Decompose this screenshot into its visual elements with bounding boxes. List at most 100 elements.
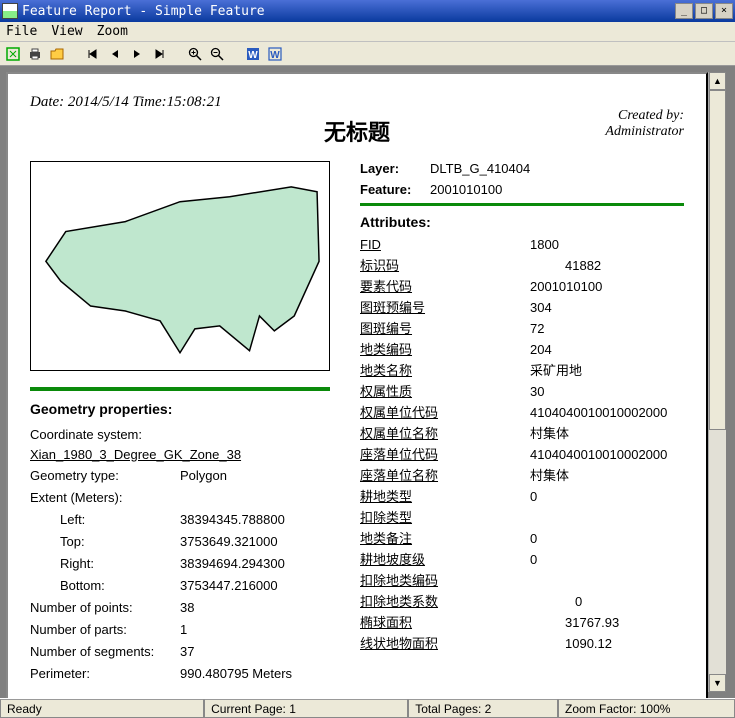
attributes-list: FID1800标识码41882要素代码2001010100图斑预编号304图斑编…: [360, 234, 684, 654]
attr-value: 0: [530, 591, 684, 612]
export-word-icon[interactable]: W: [244, 45, 262, 63]
attr-key: 地类编码: [360, 339, 530, 360]
attr-key: 座落单位名称: [360, 465, 530, 486]
attr-key: 椭球面积: [360, 612, 530, 633]
status-ready: Ready: [0, 699, 204, 718]
extent-label: Extent (Meters):: [30, 487, 180, 509]
export-word2-icon[interactable]: W: [266, 45, 284, 63]
feature-map: [30, 161, 330, 371]
attr-value: 1800: [530, 234, 684, 255]
attr-row: 地类备注0: [360, 528, 684, 549]
attr-value: 村集体: [530, 465, 684, 486]
attr-row: 扣除地类系数0: [360, 591, 684, 612]
vertical-scrollbar[interactable]: ▲ ▼: [708, 72, 726, 692]
created-by-value: Administrator: [605, 124, 684, 139]
attr-value: 2001010100: [530, 276, 684, 297]
menu-file[interactable]: File: [6, 24, 37, 39]
window-title: Feature Report - Simple Feature: [22, 4, 675, 19]
attr-value: 31767.93: [530, 612, 684, 633]
attr-key: 扣除地类系数: [360, 591, 530, 612]
attr-key: 地类备注: [360, 528, 530, 549]
attr-row: 耕地类型0: [360, 486, 684, 507]
menu-view[interactable]: View: [51, 24, 82, 39]
attr-key: 图斑编号: [360, 318, 530, 339]
last-page-icon[interactable]: [150, 45, 168, 63]
next-page-icon[interactable]: [128, 45, 146, 63]
attr-value: 41882: [530, 255, 684, 276]
bottom-value: 3753447.216000: [180, 575, 330, 597]
scroll-thumb[interactable]: [709, 90, 726, 430]
attr-key: 扣除类型: [360, 507, 530, 528]
zoom-in-icon[interactable]: [186, 45, 204, 63]
page-wrap: Date: 2014/5/14 Time:15:08:21 Created by…: [0, 66, 735, 698]
right-column: Layer:DLTB_G_410404 Feature:2001010100 A…: [360, 161, 684, 685]
attr-value: 410404001001000200​0: [530, 444, 684, 465]
svg-text:W: W: [248, 50, 258, 61]
attr-row: 椭球面积31767.93: [360, 612, 684, 633]
attr-key: FID: [360, 234, 530, 255]
attr-key: 权属单位名称: [360, 423, 530, 444]
menu-bar: File View Zoom: [0, 22, 735, 42]
left-column: Geometry properties: Coordinate system: …: [30, 161, 330, 685]
attr-value: 0: [530, 486, 684, 507]
minimize-button[interactable]: _: [675, 3, 693, 19]
created-by-label: Created by:: [618, 108, 684, 123]
maximize-button[interactable]: □: [695, 3, 713, 19]
attr-row: 座落单位代码410404001001000200​0: [360, 444, 684, 465]
divider: [30, 387, 330, 391]
attr-key: 地类名称: [360, 360, 530, 381]
attr-row: 座落单位名称村集体: [360, 465, 684, 486]
title-bar: Feature Report - Simple Feature _ □ ×: [0, 0, 735, 22]
attr-value: 0: [530, 528, 684, 549]
attr-value: 304: [530, 297, 684, 318]
attr-row: 地类名称采矿用地: [360, 360, 684, 381]
left-value: 38394345.788800: [180, 509, 330, 531]
open-icon[interactable]: [48, 45, 66, 63]
attr-value: 72: [530, 318, 684, 339]
attr-value: 204: [530, 339, 684, 360]
attr-key: 线状地物面积: [360, 633, 530, 654]
attr-value: 0: [530, 549, 684, 570]
scroll-track[interactable]: [709, 90, 726, 674]
scroll-down-icon[interactable]: ▼: [709, 674, 726, 692]
scroll-up-icon[interactable]: ▲: [709, 72, 726, 90]
prev-page-icon[interactable]: [106, 45, 124, 63]
print-icon[interactable]: [26, 45, 44, 63]
zoom-out-icon[interactable]: [208, 45, 226, 63]
menu-zoom[interactable]: Zoom: [97, 24, 128, 39]
first-page-icon[interactable]: [84, 45, 102, 63]
attr-row: FID1800: [360, 234, 684, 255]
right-value: 38394694.294300: [180, 553, 330, 575]
status-current-page: Current Page: 1: [204, 699, 408, 718]
geometry-title: Geometry properties:: [30, 401, 330, 417]
attr-key: 座落单位代码: [360, 444, 530, 465]
attr-key: 耕地坡度级: [360, 549, 530, 570]
attr-key: 权属性质: [360, 381, 530, 402]
attr-key: 要素代码: [360, 276, 530, 297]
feature-value: 2001010100: [430, 182, 502, 197]
attr-row: 扣除类型: [360, 507, 684, 528]
refresh-icon[interactable]: [4, 45, 22, 63]
attr-key: 耕地类型: [360, 486, 530, 507]
attr-value: 410404001001000200​0: [530, 402, 684, 423]
perim-label: Perimeter:: [30, 663, 180, 685]
status-zoom: Zoom Factor: 100%: [558, 699, 735, 718]
attr-key: 扣除地类编码: [360, 570, 530, 591]
attr-row: 线状地物面积1090.12: [360, 633, 684, 654]
attr-row: 权属单位代码410404001001000200​0: [360, 402, 684, 423]
divider: [360, 203, 684, 206]
attr-value: 30: [530, 381, 684, 402]
attr-row: 地类编码204: [360, 339, 684, 360]
geom-type-value: Polygon: [180, 465, 330, 487]
attr-value: 村集体: [530, 423, 684, 444]
report-page: Date: 2014/5/14 Time:15:08:21 Created by…: [6, 72, 708, 698]
attributes-title: Attributes:: [360, 214, 684, 230]
npts-label: Number of points:: [30, 597, 180, 619]
attr-row: 权属性质30: [360, 381, 684, 402]
attr-row: 图斑编号72: [360, 318, 684, 339]
attr-value: 1090.12: [530, 633, 684, 654]
attr-key: 标识码: [360, 255, 530, 276]
close-button[interactable]: ×: [715, 3, 733, 19]
toolbar: W W: [0, 42, 735, 66]
status-bar: Ready Current Page: 1 Total Pages: 2 Zoo…: [0, 698, 735, 718]
